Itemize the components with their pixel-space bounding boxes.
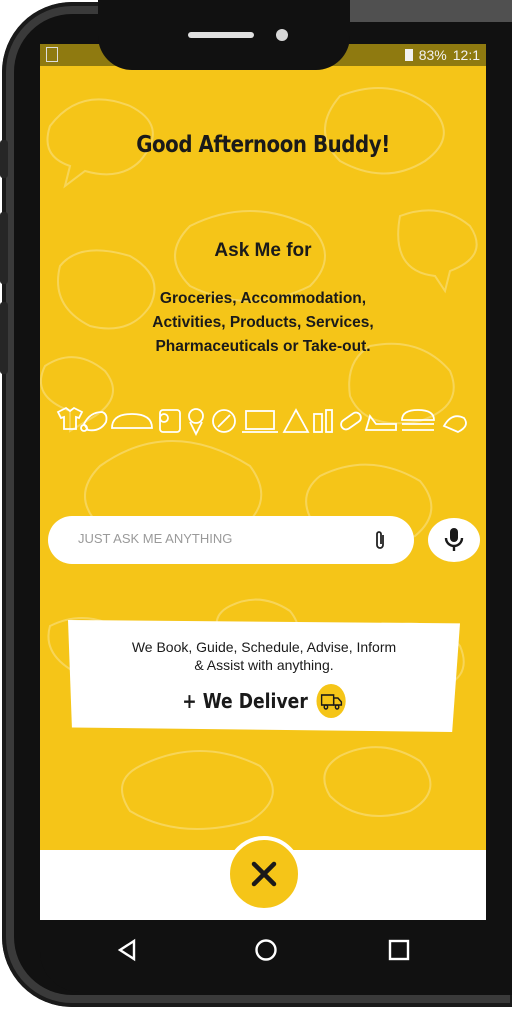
bread-icon	[111, 413, 153, 429]
card-line: & Assist with anything.	[194, 657, 334, 673]
voice-input-button[interactable]	[428, 518, 480, 562]
delivery-truck-icon	[316, 684, 346, 718]
pizza-icon	[282, 408, 310, 433]
discount-icon	[212, 409, 236, 433]
battery-icon	[404, 49, 413, 61]
recents-icon[interactable]	[388, 938, 410, 962]
category-icon-row	[56, 406, 467, 436]
back-icon[interactable]	[116, 938, 138, 962]
phone-notch	[98, 0, 350, 70]
pills-icon	[340, 411, 362, 431]
categories-line: Pharmaceuticals or Take-out.	[155, 338, 371, 355]
battery-level: 83%	[418, 47, 447, 63]
laptop-icon	[242, 410, 278, 433]
search-bar	[48, 516, 414, 564]
vegetables-icon	[188, 408, 204, 436]
categories-line: Groceries, Accommodation,	[159, 290, 367, 307]
front-camera	[276, 29, 288, 41]
close-button[interactable]	[226, 836, 302, 912]
we-deliver-label: + We Deliver	[182, 689, 308, 713]
categories-line: Activities, Products, Services,	[152, 314, 374, 331]
service-categories: Groceries, Accommodation, Activities, Pr…	[80, 287, 446, 359]
notification-icon	[46, 47, 58, 62]
drinks-icon	[313, 409, 333, 433]
shirt-icon	[56, 406, 84, 430]
meat-icon	[80, 411, 108, 432]
paperclip-icon[interactable]	[372, 529, 388, 551]
search-input[interactable]	[76, 530, 360, 547]
services-card: We Book, Guide, Schedule, Advise, Inform…	[68, 620, 460, 732]
power-button	[0, 302, 8, 374]
ask-heading: Ask Me for	[214, 240, 312, 261]
microphone-icon	[444, 528, 464, 551]
shoe-icon	[364, 414, 397, 431]
speaker-grille	[188, 32, 254, 38]
android-nav-bar	[40, 920, 486, 992]
status-time: 12:1	[452, 47, 480, 63]
app-screen: 83% 12:1 Good Afternoon Buddy! Ask Me fo…	[40, 44, 486, 920]
greeting-title: Good Afternoon Buddy!	[136, 132, 390, 158]
volume-down-button	[0, 212, 8, 284]
extra-icon	[442, 415, 467, 433]
burger-icon	[401, 409, 435, 431]
volume-up-button	[0, 140, 8, 178]
toilet-paper-icon	[159, 409, 181, 433]
card-line: We Book, Guide, Schedule, Advise, Inform	[131, 639, 397, 655]
close-icon	[251, 861, 277, 887]
home-icon[interactable]	[254, 938, 278, 962]
